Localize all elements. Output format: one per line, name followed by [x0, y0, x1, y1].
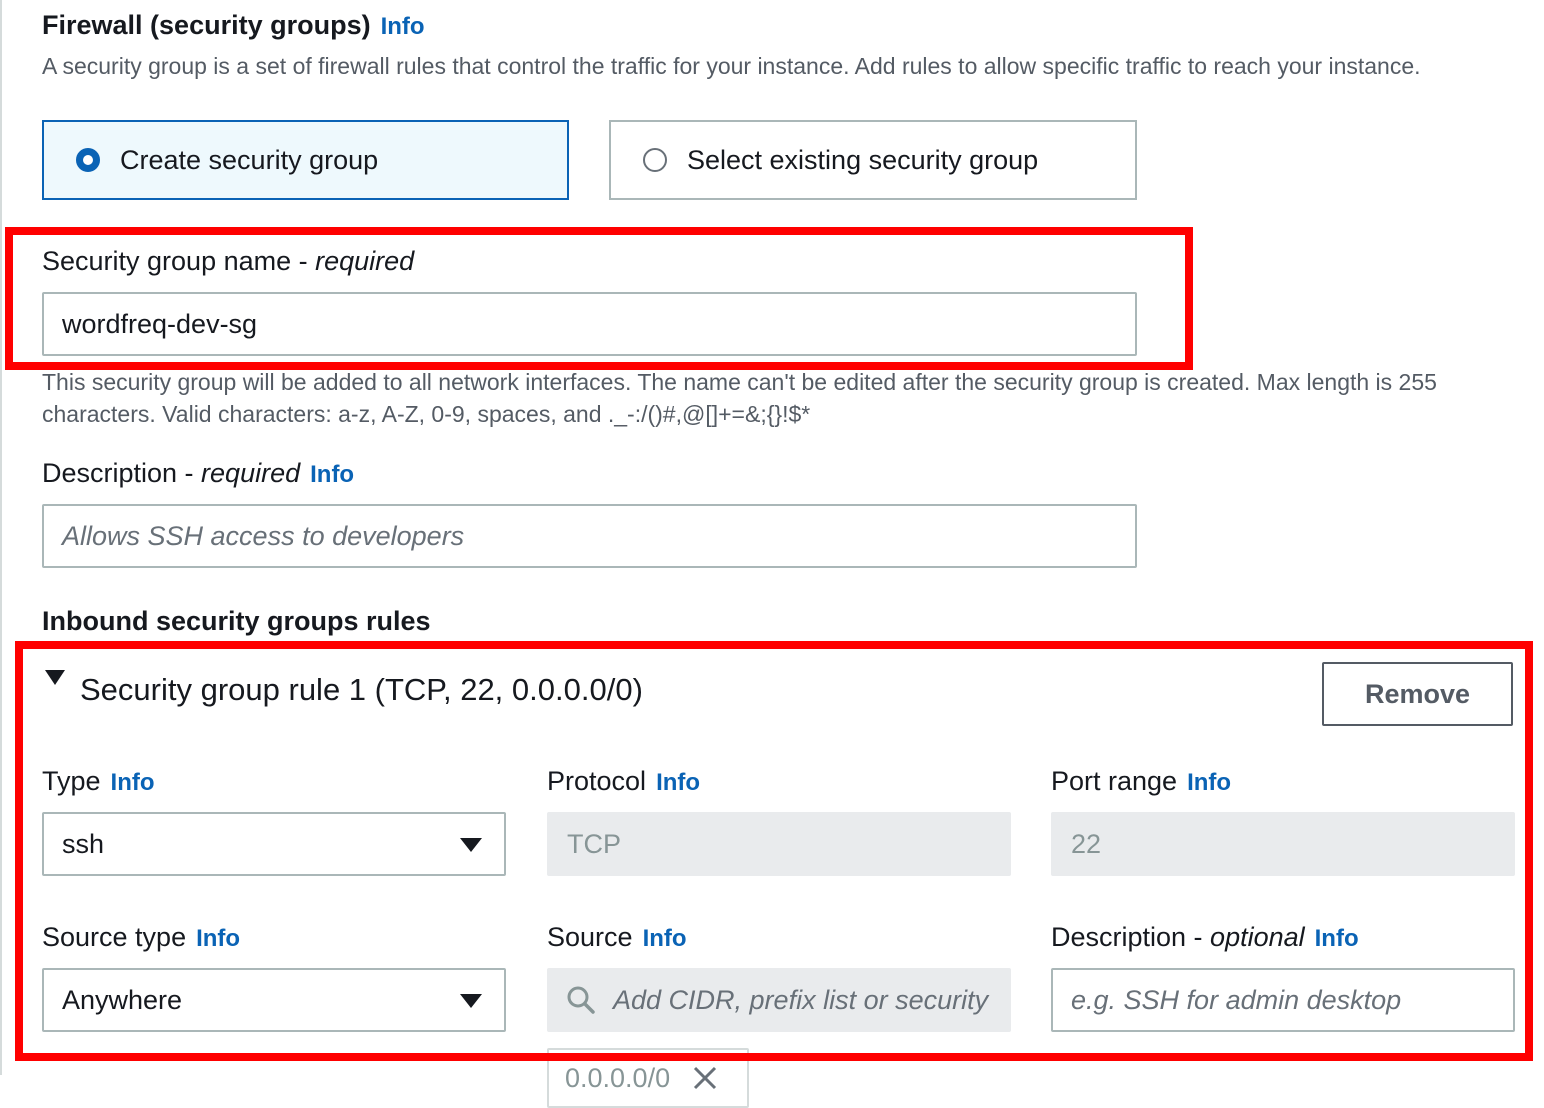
select-existing-security-group-label: Select existing security group	[687, 144, 1039, 175]
rule-description-label-text: Description -	[1051, 922, 1211, 952]
radio-selected-icon[interactable]	[76, 148, 100, 172]
rule-title: Security group rule 1 (TCP, 22, 0.0.0.0/…	[80, 672, 643, 707]
search-icon	[567, 986, 595, 1014]
type-label-text: Type	[42, 766, 101, 796]
protocol-label-text: Protocol	[547, 766, 647, 796]
protocol-label: Protocol Info	[547, 766, 700, 797]
sg-name-label-text: Security group name -	[42, 246, 316, 276]
port-range-input: 22	[1051, 812, 1515, 876]
sg-description-label: Description - required Info	[42, 458, 354, 489]
source-type-label-text: Source type	[42, 922, 187, 952]
sg-name-input[interactable]: wordfreq-dev-sg	[42, 292, 1137, 356]
source-type-select-value: Anywhere	[62, 984, 183, 1015]
source-token: 0.0.0.0/0	[547, 1048, 749, 1108]
rule-description-optional: optional	[1210, 922, 1305, 952]
create-security-group-option[interactable]: Create security group	[42, 120, 569, 200]
sg-name-label: Security group name - required	[42, 246, 414, 277]
sg-name-hint: This security group will be added to all…	[42, 369, 1437, 427]
port-range-label-text: Port range	[1051, 766, 1178, 796]
dropdown-caret-icon	[460, 994, 482, 1008]
port-range-label: Port range Info	[1051, 766, 1231, 797]
caret-down-icon[interactable]	[45, 670, 65, 685]
radio-unselected-icon[interactable]	[643, 148, 667, 172]
remove-rule-button[interactable]: Remove	[1322, 662, 1513, 726]
type-label: Type Info	[42, 766, 155, 797]
create-security-group-label: Create security group	[120, 144, 379, 175]
firewall-title: Firewall (security groups)	[42, 10, 371, 40]
sg-description-info-link[interactable]: Info	[310, 461, 354, 488]
sg-description-label-text: Description -	[42, 458, 202, 488]
select-existing-security-group-option[interactable]: Select existing security group	[609, 120, 1137, 200]
firewall-info-link[interactable]: Info	[381, 13, 425, 40]
protocol-info-link[interactable]: Info	[656, 769, 700, 796]
source-type-select[interactable]: Anywhere	[42, 968, 506, 1032]
inbound-rules-heading: Inbound security groups rules	[42, 606, 431, 636]
protocol-input: TCP	[547, 812, 1011, 876]
source-label: Source Info	[547, 922, 687, 953]
dropdown-caret-icon	[460, 838, 482, 852]
rule-description-input[interactable]: e.g. SSH for admin desktop	[1051, 968, 1515, 1032]
type-info-link[interactable]: Info	[111, 769, 155, 796]
rule-description-label: Description - optional Info	[1051, 922, 1359, 953]
sg-name-required: required	[315, 246, 415, 276]
source-label-text: Source	[547, 922, 633, 952]
source-search-input[interactable]: Add CIDR, prefix list or security	[547, 968, 1011, 1032]
firewall-heading: Firewall (security groups) Info	[42, 10, 425, 41]
source-type-label: Source type Info	[42, 922, 240, 953]
type-select[interactable]: ssh	[42, 812, 506, 876]
firewall-description: A security group is a set of firewall ru…	[42, 53, 1421, 79]
left-border	[0, 0, 2, 1075]
source-info-link[interactable]: Info	[643, 925, 687, 952]
source-search-placeholder: Add CIDR, prefix list or security	[613, 984, 989, 1015]
type-select-value: ssh	[62, 828, 105, 859]
port-range-info-link[interactable]: Info	[1187, 769, 1231, 796]
sg-description-required: required	[201, 458, 301, 488]
sg-description-input[interactable]: Allows SSH access to developers	[42, 504, 1137, 568]
rule-description-info-link[interactable]: Info	[1315, 925, 1359, 952]
source-token-value: 0.0.0.0/0	[565, 1062, 671, 1093]
source-type-info-link[interactable]: Info	[196, 925, 240, 952]
close-icon[interactable]	[692, 1065, 718, 1091]
